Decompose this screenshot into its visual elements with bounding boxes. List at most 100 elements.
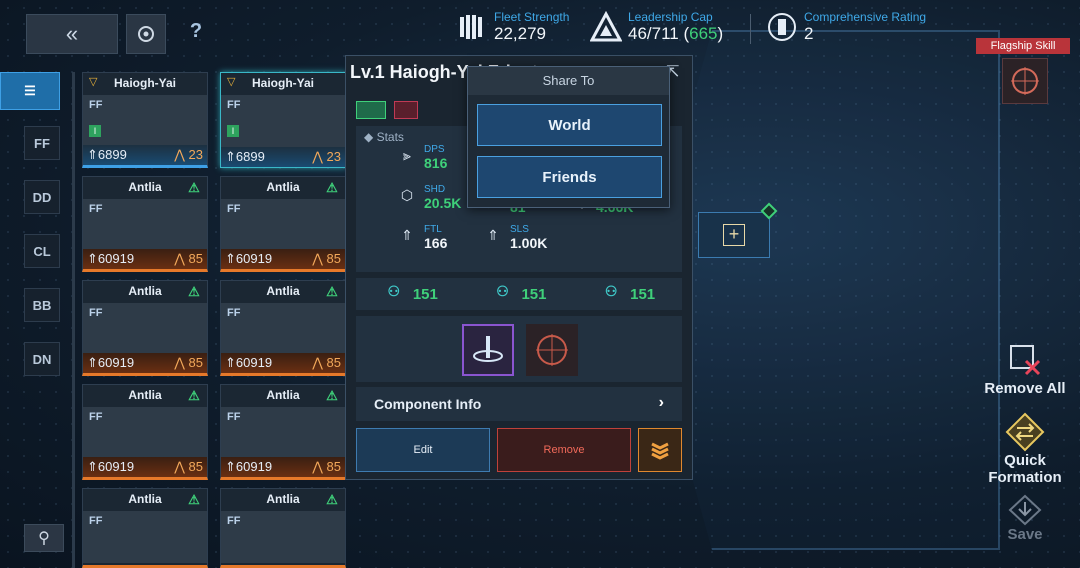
chevron-right-icon: › <box>658 394 664 411</box>
share-friends-button[interactable]: Friends <box>477 156 662 198</box>
ship-card[interactable]: Antlia ⚠ FF ⇑60919 ⋀ 85 <box>220 280 346 376</box>
flagship-skill-label: Flagship Skill <box>976 38 1070 54</box>
component-info-label: Component Info <box>374 396 482 412</box>
nav-dn[interactable]: DN <box>24 342 60 376</box>
ship-card[interactable]: Antlia ⚠ FF ⇑60919 ⋀ 85 <box>220 384 346 480</box>
level-value: ⋀ 23 <box>312 149 341 164</box>
warning-icon: ⚠ <box>326 388 338 403</box>
filter-button[interactable]: ⚲ <box>24 524 64 552</box>
level-value: ⋀ 85 <box>312 459 341 474</box>
filter-icon: ⚲ <box>38 530 50 547</box>
nav-all[interactable]: ☰ <box>0 72 60 110</box>
nav-dd[interactable]: DD <box>24 180 60 214</box>
add-ship-slot[interactable]: + <box>698 212 770 258</box>
card-footer: ⇑6899 ⋀ 23 <box>83 145 207 165</box>
attribute-3: ⚇ 151 <box>600 283 655 305</box>
ship-card[interactable]: Antlia ⚠ FF <box>220 488 346 568</box>
nav-bb[interactable]: BB <box>24 288 60 322</box>
rating-label: Comprehensive Rating <box>804 10 927 24</box>
ff-class-icon: FF <box>227 411 241 423</box>
fleet-strength-value: 22,279 <box>494 24 546 43</box>
fleet-strength-icon <box>460 15 482 39</box>
leadership-cap-value: 46/711 (665) <box>628 24 724 43</box>
crew-icon: ⚇ <box>387 283 401 299</box>
remove-all-button[interactable]: Remove All <box>980 340 1070 397</box>
level-value: ⋀ 23 <box>174 147 203 162</box>
card-footer: ⇑60919 ⋀ 85 <box>221 353 345 373</box>
ship-card[interactable]: ▽ Haiogh-Yai FF I ⇑6899 ⋀ 23 <box>220 72 346 168</box>
nav-cl[interactable]: CL <box>24 234 60 268</box>
level-value: ⋀ 85 <box>174 459 203 474</box>
ship-card[interactable]: Antlia ⚠ FF ⇑60919 ⋀ 85 <box>220 176 346 272</box>
ff-class-icon: FF <box>89 203 103 215</box>
level-value: ⋀ 85 <box>312 355 341 370</box>
warning-icon: ⚠ <box>188 180 200 195</box>
ff-class-icon: FF <box>227 515 241 527</box>
share-world-button[interactable]: World <box>477 104 662 146</box>
formation-hex-frame <box>640 30 1000 550</box>
upgrade-button[interactable] <box>638 428 682 472</box>
skill-slot-1[interactable] <box>462 324 514 376</box>
remove-button[interactable]: Remove <box>497 428 631 472</box>
plus-icon: + <box>723 224 745 246</box>
ship-name: Haiogh-Yai <box>113 76 176 90</box>
ff-class-icon: FF <box>227 203 241 215</box>
stat-ftl: ⇑ FTL 166 <box>396 224 447 251</box>
divider <box>72 72 75 568</box>
ff-class-icon: FF <box>89 99 103 111</box>
save-icon <box>1005 494 1045 526</box>
power-value: ⇑60919 <box>225 459 273 474</box>
crosshair-skill-icon <box>1011 67 1039 95</box>
share-popup: Share To World Friends <box>467 66 670 208</box>
power-value: ⇑60919 <box>87 459 135 474</box>
save-button[interactable]: Save <box>980 494 1070 543</box>
edit-button[interactable]: Edit <box>356 428 490 472</box>
comprehensive-rating: Comprehensive Rating 2 <box>766 10 926 44</box>
refresh-button[interactable] <box>126 14 166 54</box>
nav-ff[interactable]: FF <box>24 126 60 160</box>
crew-icon: ⚇ <box>496 283 509 299</box>
crew-icon: ⚇ <box>604 283 618 299</box>
help-button[interactable]: ? <box>182 20 210 48</box>
stat-dps: ⫸ DPS 816 <box>396 144 447 171</box>
stats-header: ◆ Stats <box>364 130 404 144</box>
attribute-row: ⚇ 151 ⚇ 151 ⚇ 151 <box>356 278 682 310</box>
quick-formation-button[interactable]: Quick Formation <box>980 412 1070 486</box>
level-value: ⋀ 85 <box>174 355 203 370</box>
dps-icon: ⫸ <box>403 146 411 163</box>
ship-card[interactable]: ▽ Haiogh-Yai FF I ⇑6899 ⋀ 23 <box>82 72 208 168</box>
ship-card[interactable]: Antlia ⚠ FF ⇑60919 ⋀ 85 <box>82 384 208 480</box>
share-header: Share To <box>468 67 669 95</box>
ff-class-icon: FF <box>227 307 241 319</box>
ff-class-icon: FF <box>227 99 241 111</box>
leadership-cap-label: Leadership Cap <box>628 10 713 24</box>
ff-class-icon: FF <box>89 515 103 527</box>
card-footer: ⇑6899 ⋀ 23 <box>221 147 345 167</box>
card-footer: ⇑60919 ⋀ 85 <box>221 457 345 477</box>
stat-shd: ⬡ SHD 20.5K <box>396 184 461 211</box>
card-footer: ⇑60919 ⋀ 85 <box>221 249 345 269</box>
ship-card[interactable]: Antlia ⚠ FF <box>82 488 208 568</box>
card-footer: ⇑60919 ⋀ 85 <box>83 249 207 269</box>
level-value: ⋀ 85 <box>174 251 203 266</box>
beam-skill-icon <box>473 336 503 362</box>
equipped-badge: I <box>89 125 101 137</box>
rating-icon <box>768 13 796 41</box>
warning-icon: ⚠ <box>326 180 338 195</box>
stack-icon <box>651 442 669 460</box>
warning-icon: ⚠ <box>188 284 200 299</box>
leadership-cap: Leadership Cap 46/711 (665) <box>590 10 723 44</box>
equipped-badge: I <box>227 125 239 137</box>
back-button[interactable]: « <box>26 14 118 54</box>
ship-card[interactable]: Antlia ⚠ FF ⇑60919 ⋀ 85 <box>82 280 208 376</box>
skill-slot-2[interactable] <box>526 324 578 376</box>
ship-name: Haiogh-Yai <box>251 76 314 90</box>
flagship-skill-slot[interactable] <box>1002 58 1048 104</box>
ship-card[interactable]: Antlia ⚠ FF ⇑60919 ⋀ 85 <box>82 176 208 272</box>
attribute-2: ⚇ 151 <box>491 283 546 305</box>
attribute-1: ⚇ 151 <box>383 283 438 305</box>
shield-icon: ⬡ <box>400 186 414 203</box>
component-info-row[interactable]: Component Info › <box>356 387 682 421</box>
refresh-icon <box>138 26 154 42</box>
warning-icon: ⚠ <box>326 284 338 299</box>
